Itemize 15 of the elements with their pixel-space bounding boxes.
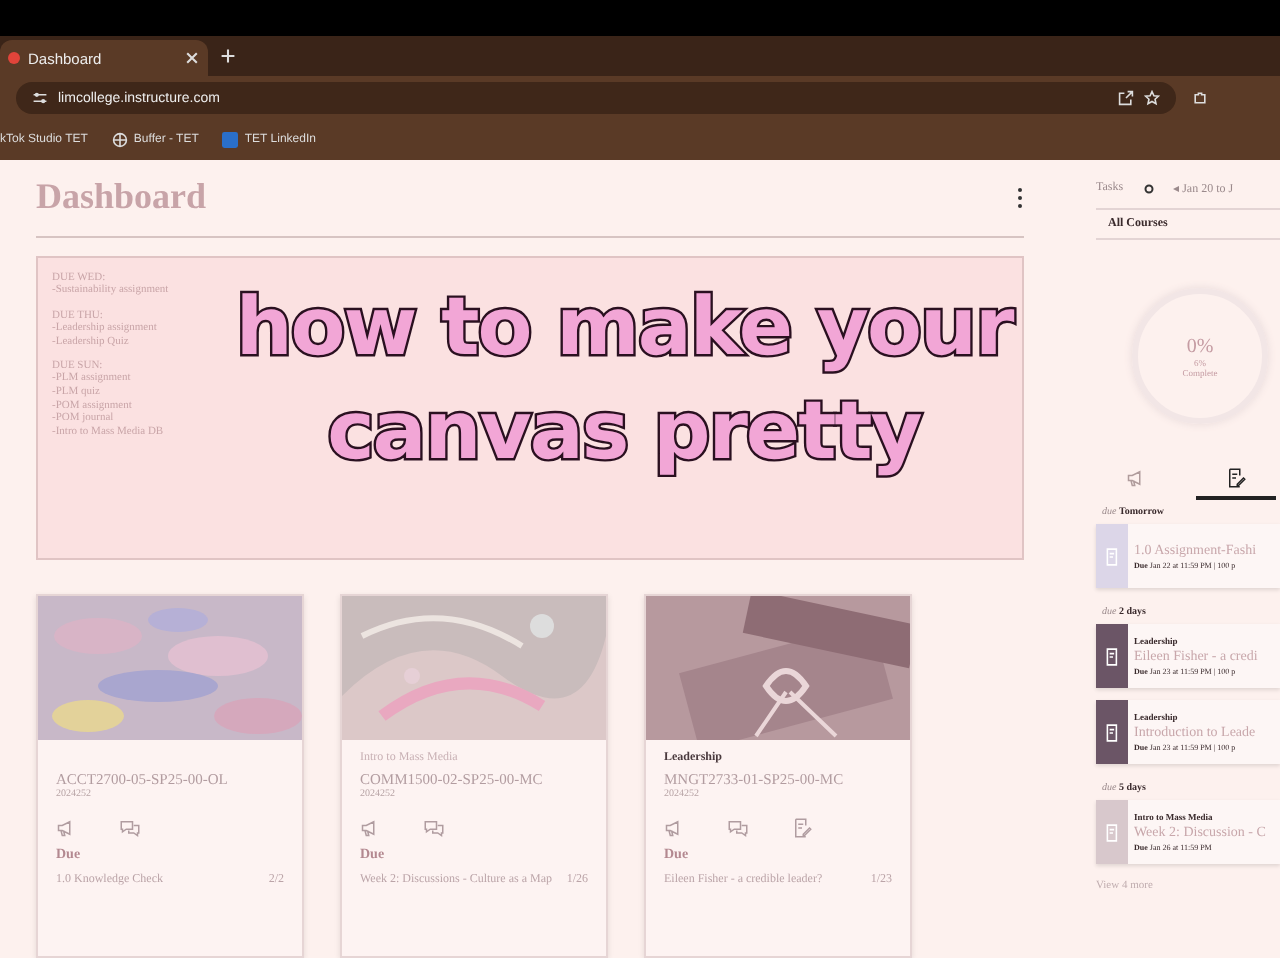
globe-icon xyxy=(111,132,128,148)
share-icon[interactable] xyxy=(1118,90,1134,106)
caption-text: how to make your xyxy=(235,281,1013,374)
favicon-icon xyxy=(8,52,20,64)
site-settings-icon[interactable] xyxy=(32,90,48,106)
document-pencil-icon[interactable] xyxy=(1226,468,1246,488)
linkedin-icon xyxy=(222,132,239,148)
star-icon[interactable] xyxy=(1144,90,1160,106)
close-icon[interactable] xyxy=(184,50,200,66)
more-options-icon[interactable] xyxy=(1016,185,1024,210)
sidebar-tab[interactable] xyxy=(1196,468,1276,500)
progress-percent: 0% xyxy=(1186,335,1214,357)
page-title: Dashboard xyxy=(36,176,207,219)
caption-text: canvas pretty xyxy=(327,385,921,478)
new-tab-icon[interactable] xyxy=(220,48,236,64)
